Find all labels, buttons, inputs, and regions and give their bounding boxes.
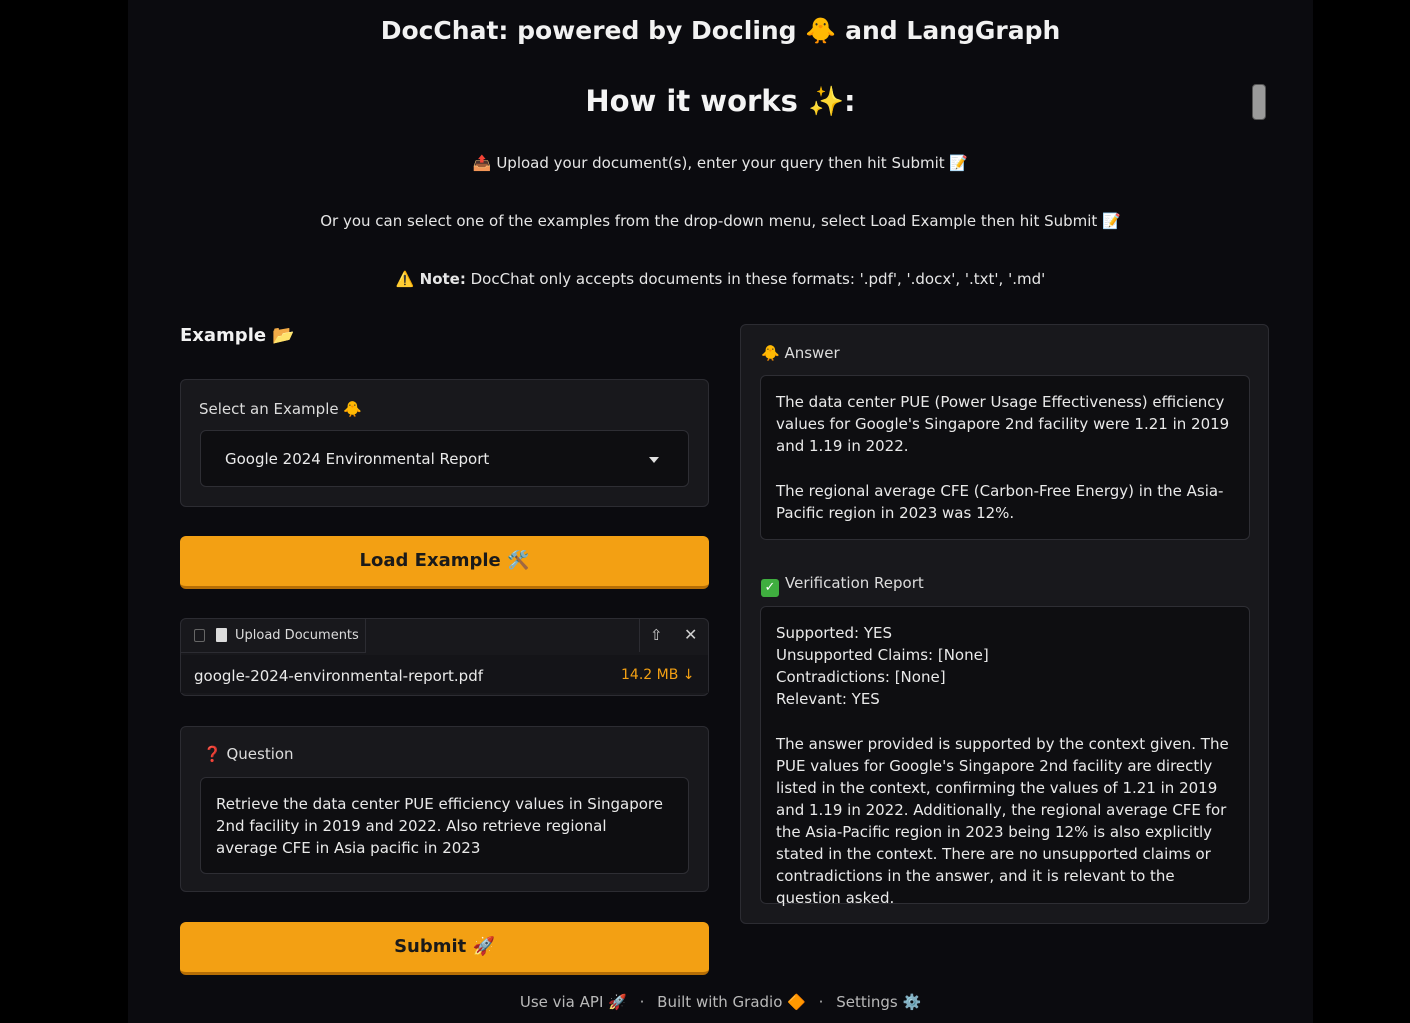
verification-line: Relevant: YES [776,690,880,708]
file-outline-icon [194,629,205,642]
question-label: ❓ Question [203,745,294,763]
upload-panel: Upload Documents ⇧ ✕ google-2024-environ… [180,618,709,696]
answer-paragraph: The regional average CFE (Carbon-Free En… [776,482,1224,522]
verification-label-text: Verification Report [785,574,924,592]
verification-output[interactable]: Supported: YES Unsupported Claims: [None… [760,606,1250,907]
submit-button[interactable]: Submit 🚀 [180,922,709,975]
question-mark-icon: ❓ [203,745,222,763]
verification-summary: Supported: YES Unsupported Claims: [None… [776,622,1236,710]
example-heading: Example 📂 [180,325,295,346]
instruction-examples: Or you can select one of the examples fr… [320,212,1121,230]
verification-line: Unsupported Claims: [None] [776,646,989,664]
upload-tab-label: Upload Documents [235,628,359,643]
verification-line: Supported: YES [776,624,893,642]
note-label: ⚠️ Note: [395,270,466,288]
close-icon[interactable]: ✕ [684,625,697,644]
question-label-text: Question [226,745,294,763]
chevron-down-icon[interactable] [649,457,659,463]
load-example-button[interactable]: Load Example 🛠️ [180,536,709,589]
example-dropdown[interactable]: Google 2024 Environmental Report [200,430,689,487]
question-input[interactable]: Retrieve the data center PUE efficiency … [200,777,689,874]
answer-output[interactable]: The data center PUE (Power Usage Effecti… [760,375,1250,540]
how-it-works-heading: How it works ✨: [585,84,856,118]
file-name: google-2024-environmental-report.pdf [194,667,483,685]
uploaded-file-row: google-2024-environmental-report.pdf 14.… [181,655,708,693]
question-input-text: Retrieve the data center PUE efficiency … [216,795,663,857]
format-note: ⚠️ Note: DocChat only accepts documents … [128,270,1313,288]
upload-icon[interactable]: ⇧ [650,626,663,644]
answer-label: 🐥 Answer [761,344,840,362]
example-select-panel: Select an Example 🐥 Google 2024 Environm… [180,379,709,507]
built-with-gradio-link[interactable]: Built with Gradio 🔶 [657,993,806,1011]
document-icon [216,628,227,642]
app-container: DocChat: powered by Docling 🐥 and LangGr… [128,0,1313,1023]
footer: Use via API 🚀 · Built with Gradio 🔶 · Se… [128,993,1313,1011]
divider [639,619,640,652]
answer-paragraph: The data center PUE (Power Usage Effecti… [776,393,1230,455]
verification-label: ✓ Verification Report [761,574,924,597]
verification-paragraph: The answer provided is supported by the … [776,735,1229,907]
use-via-api-link[interactable]: Use via API 🚀 [520,993,627,1011]
scrollbar[interactable] [1252,84,1266,120]
footer-separator: · [639,993,645,1011]
results-panel: 🐥 Answer The data center PUE (Power Usag… [740,324,1269,924]
page-title: DocChat: powered by Docling 🐥 and LangGr… [380,16,1061,45]
select-label: Select an Example 🐥 [199,400,363,418]
example-dropdown-value: Google 2024 Environmental Report [225,450,490,468]
instruction-upload: 📤 Upload your document(s), enter your qu… [472,154,969,172]
file-download-link[interactable]: 14.2 MB ↓ [621,667,695,683]
check-icon: ✓ [761,579,779,597]
footer-separator: · [818,993,824,1011]
upload-documents-tab[interactable]: Upload Documents [181,619,366,653]
settings-link[interactable]: Settings ⚙️ [836,993,921,1011]
question-panel: ❓ Question Retrieve the data center PUE … [180,726,709,892]
verification-line: Contradictions: [None] [776,668,946,686]
note-text: DocChat only accepts documents in these … [465,270,1046,288]
